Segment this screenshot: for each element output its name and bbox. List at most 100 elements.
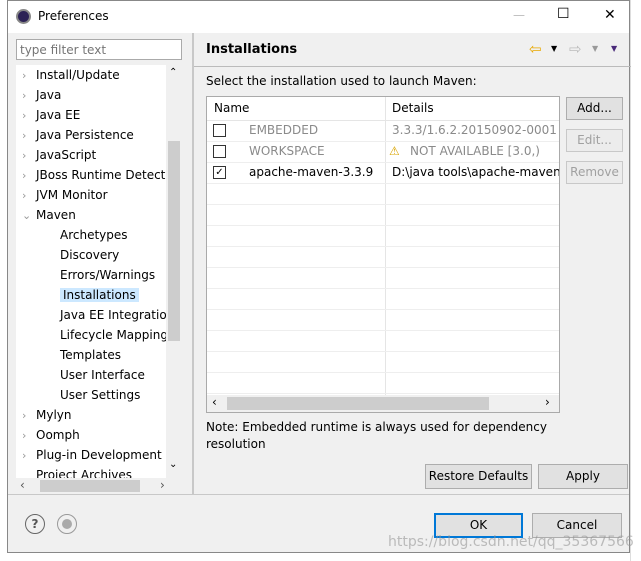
scroll-left-icon[interactable]: ‹	[20, 478, 25, 492]
tree-item-label: Mylyn	[36, 408, 72, 422]
tree-item[interactable]: Java EE Integration	[46, 305, 174, 325]
tree-item-label: Maven	[36, 208, 76, 222]
tree-item[interactable]: Lifecycle Mapping	[46, 325, 168, 345]
chevron-right-icon[interactable]: ›	[22, 446, 36, 466]
filter-input[interactable]	[16, 39, 182, 60]
column-header-details[interactable]: Details	[392, 97, 434, 120]
back-arrow-icon[interactable]: ⇦	[529, 40, 542, 58]
tree-item[interactable]: › Install/Update	[22, 65, 120, 85]
scroll-down-icon[interactable]: ⌄	[169, 459, 177, 470]
tree-item[interactable]: › Java Persistence	[22, 125, 134, 145]
tree-item[interactable]: Installations	[46, 285, 139, 305]
maximize-button[interactable]: ☐	[557, 6, 570, 22]
tree-item-label: Plug-in Development	[36, 448, 162, 462]
chevron-right-icon[interactable]: ›	[22, 146, 36, 166]
tree-item[interactable]: › Java	[22, 85, 61, 105]
chevron-right-icon[interactable]: ›	[22, 126, 36, 146]
table-header: Name Details	[207, 97, 559, 121]
view-menu-icon[interactable]: ▼	[611, 44, 617, 53]
record-icon[interactable]	[57, 514, 77, 534]
tree-item[interactable]: Project Archives	[22, 465, 132, 478]
tree-item-label: Java EE	[36, 108, 81, 122]
empty-row	[207, 204, 559, 226]
back-dropdown-icon[interactable]: ▼	[551, 44, 557, 53]
empty-row	[207, 372, 559, 394]
page-title: Installations	[206, 42, 298, 57]
forward-dropdown-icon[interactable]: ▼	[592, 44, 598, 53]
row-details: NOT AVAILABLE [3.0,)	[410, 144, 540, 158]
tree-item[interactable]: › Plug-in Development	[22, 445, 162, 465]
row-checkbox[interactable]	[213, 124, 226, 137]
tree-item-label: Lifecycle Mapping	[60, 328, 168, 342]
scroll-up-icon[interactable]: ⌃	[169, 67, 177, 78]
tree-item-label: JVM Monitor	[36, 188, 108, 202]
remove-button[interactable]: Remove	[566, 161, 623, 184]
scroll-left-icon[interactable]: ‹	[212, 395, 217, 409]
tree-item[interactable]: Discovery	[46, 245, 119, 265]
tree-item[interactable]: › Java EE	[22, 105, 80, 125]
chevron-right-icon[interactable]: ›	[22, 186, 36, 206]
chevron-right-icon[interactable]: ›	[22, 66, 36, 86]
chevron-right-icon[interactable]: ›	[22, 86, 36, 106]
tree-item[interactable]: Templates	[46, 345, 121, 365]
chevron-down-icon[interactable]: ⌄	[22, 206, 36, 226]
tree-item-label: Java Persistence	[36, 128, 134, 142]
splitter[interactable]	[192, 33, 194, 494]
tree-item[interactable]: › JVM Monitor	[22, 185, 108, 205]
chevron-right-icon[interactable]: ›	[22, 406, 36, 426]
tree-item[interactable]: Archetypes	[46, 225, 128, 245]
scroll-right-icon[interactable]: ›	[545, 395, 550, 409]
warning-icon: ⚠	[389, 144, 400, 158]
tree-item[interactable]: › JBoss Runtime Detect	[22, 165, 165, 185]
tree-item-label: Archetypes	[60, 228, 128, 242]
empty-row	[207, 330, 559, 352]
hscroll-thumb[interactable]	[227, 397, 489, 410]
chevron-right-icon[interactable]: ›	[22, 166, 36, 186]
row-checkbox[interactable]	[213, 145, 226, 158]
tree-item-label: Errors/Warnings	[60, 268, 156, 282]
background-window	[630, 0, 641, 561]
forward-arrow-icon[interactable]: ⇨	[569, 40, 582, 58]
chevron-right-icon[interactable]: ›	[22, 106, 36, 126]
tree-item[interactable]: ⌄ Maven	[22, 205, 76, 225]
restore-defaults-button[interactable]: Restore Defaults	[425, 464, 532, 489]
table-row[interactable]: EMBEDDED 3.3.3/1.6.2.20150902-0001	[207, 120, 559, 142]
help-icon[interactable]: ?	[25, 514, 45, 534]
tree-vscrollbar[interactable]: ⌃ ⌄	[166, 65, 182, 478]
window-title: Preferences	[38, 9, 109, 23]
tree-item-label: Installations	[60, 288, 139, 302]
tree-item-label: Project Archives	[36, 468, 133, 478]
tree-item[interactable]: › JavaScript	[22, 145, 96, 165]
tree-item[interactable]: User Interface	[46, 365, 145, 385]
watermark: https://blog.csdn.net/qq_35367566	[388, 534, 634, 550]
edit-button[interactable]: Edit...	[566, 129, 623, 152]
column-header-name[interactable]: Name	[214, 97, 249, 120]
table-row[interactable]: ✓ apache-maven-3.3.9 D:\java tools\apache-…	[207, 162, 559, 184]
hscroll-thumb[interactable]	[40, 480, 140, 492]
chevron-right-icon[interactable]: ›	[22, 426, 36, 446]
tree-hscrollbar[interactable]: ‹ ›	[16, 478, 182, 494]
close-button[interactable]: ✕	[604, 7, 616, 23]
minimize-button[interactable]: —	[513, 8, 525, 22]
table-row[interactable]: WORKSPACE ⚠ NOT AVAILABLE [3.0,)	[207, 141, 559, 163]
scroll-right-icon[interactable]: ›	[160, 478, 165, 492]
tree-item[interactable]: User Settings	[46, 385, 140, 405]
apply-button[interactable]: Apply	[538, 464, 628, 489]
empty-row	[207, 288, 559, 310]
tree-item-label: Java EE Integration	[60, 308, 175, 322]
tree-item[interactable]: Errors/Warnings	[46, 265, 155, 285]
title-bar: Preferences — ☐ ✕	[8, 1, 629, 33]
scroll-thumb[interactable]	[168, 141, 180, 341]
tree-item-label: Discovery	[60, 248, 120, 262]
row-checkbox[interactable]: ✓	[213, 166, 226, 179]
empty-row	[207, 351, 559, 373]
table-hscrollbar[interactable]: ‹ ›	[207, 395, 559, 412]
empty-row	[207, 246, 559, 268]
tree-item-label: JBoss Runtime Detect	[36, 168, 166, 182]
empty-row	[207, 183, 559, 205]
tree-item-label: JavaScript	[36, 148, 97, 162]
note-text: Note: Embedded runtime is always used fo…	[206, 420, 547, 451]
tree-item[interactable]: › Oomph	[22, 425, 80, 445]
add-button[interactable]: Add...	[566, 97, 623, 120]
tree-item[interactable]: › Mylyn	[22, 405, 72, 425]
